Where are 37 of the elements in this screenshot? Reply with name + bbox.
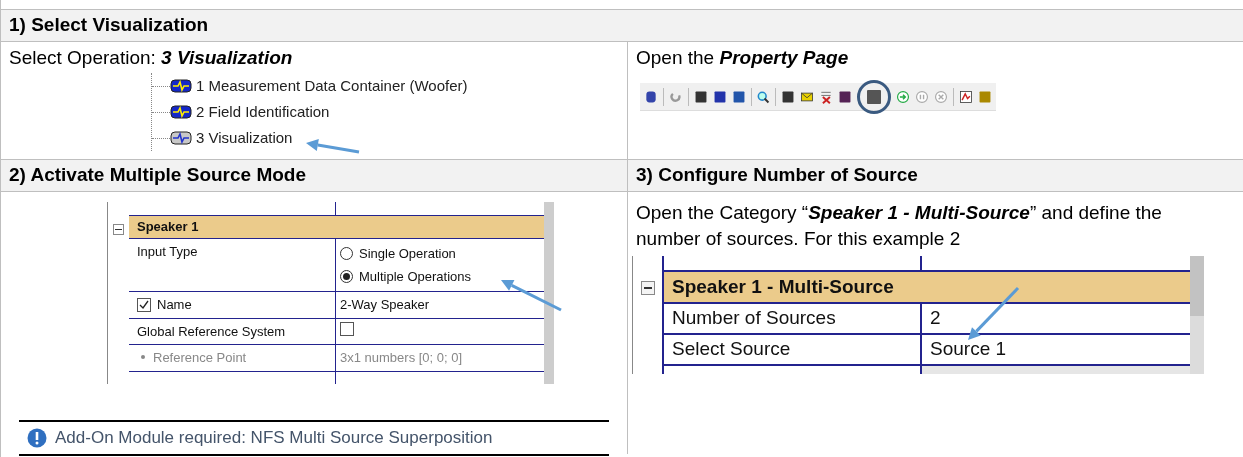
radio-button[interactable] (340, 270, 353, 283)
property-label: Input Type (137, 243, 198, 261)
property-label: Select Source (672, 337, 791, 362)
option-label: Single Operation (359, 244, 456, 263)
arrow (968, 286, 1020, 340)
section-heading: 2) Activate Multiple Source Mode (1, 160, 627, 192)
arrow (306, 139, 360, 154)
property-value: 3x1 numbers [0; 0; 0] (340, 349, 463, 367)
radio-button[interactable] (340, 247, 353, 260)
instruction-text: Open the Category “Speaker 1 - Multi-Source” and define the number of sources. For this example 2 (636, 201, 1163, 251)
section-heading: 1) Select Visualization (1, 10, 1243, 42)
category-header[interactable]: Speaker 1 - Multi-Source (664, 272, 1190, 304)
info-icon (27, 427, 47, 448)
property-label: Number of Sources (672, 306, 836, 331)
collapse-toggle[interactable] (640, 281, 655, 295)
checkbox[interactable] (340, 321, 354, 336)
property-value: 2 (930, 306, 941, 331)
instruction-text: Select Operation: 3 Visualization (9, 46, 294, 70)
property-label: Global Reference System (137, 322, 286, 341)
instruction-text: Open the Property Page (636, 46, 850, 70)
tree-item[interactable]: 2 Field Identification (196, 100, 330, 124)
property-label: Reference Point (152, 349, 247, 367)
category-header[interactable]: Speaker 1 (129, 216, 544, 239)
option-label: Multiple Operations (359, 267, 471, 286)
property-label: Name (157, 296, 192, 314)
checkbox[interactable] (137, 297, 151, 312)
value-field[interactable] (922, 366, 1190, 374)
scrollbar[interactable] (1190, 256, 1204, 374)
collapse-toggle[interactable] (113, 224, 124, 235)
section-heading: 3) Configure Number of Source (628, 160, 1243, 192)
tree-item[interactable]: 3 Visualization (196, 126, 293, 150)
property-value: Source 1 (930, 337, 1007, 362)
note-text: Add-On Module required: NFS Multi Source Superposition (55, 426, 493, 449)
arrow (501, 280, 562, 312)
scrollbar[interactable] (544, 202, 554, 384)
tree-item[interactable]: 1 Measurement Data Container (Woofer) (196, 74, 468, 98)
property-value: 2-Way Speaker (340, 296, 430, 314)
